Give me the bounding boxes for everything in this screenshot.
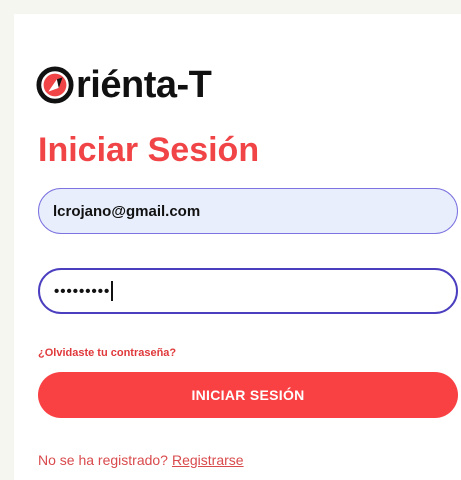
email-value: lcrojano@gmail.com [53,202,201,220]
page-background-top [0,0,461,14]
password-value: ••••••••• [54,282,111,300]
email-field[interactable]: lcrojano@gmail.com [38,188,458,234]
page-background-left [0,0,14,480]
brand-logo: riénta-T [36,60,212,110]
text-caret [111,281,113,301]
register-row: No se ha registrado? Registrarse [38,452,244,468]
login-button[interactable]: INICIAR SESIÓN [38,372,458,418]
forgot-password-link[interactable]: ¿Olvidaste tu contraseña? [38,347,176,359]
password-field[interactable]: ••••••••• [38,268,458,314]
page-title: Iniciar Sesión [38,131,260,169]
compass-o-icon [36,66,74,104]
brand-name: riénta-T [76,64,212,106]
register-link[interactable]: Registrarse [172,452,244,468]
register-prompt: No se ha registrado? [38,452,168,468]
